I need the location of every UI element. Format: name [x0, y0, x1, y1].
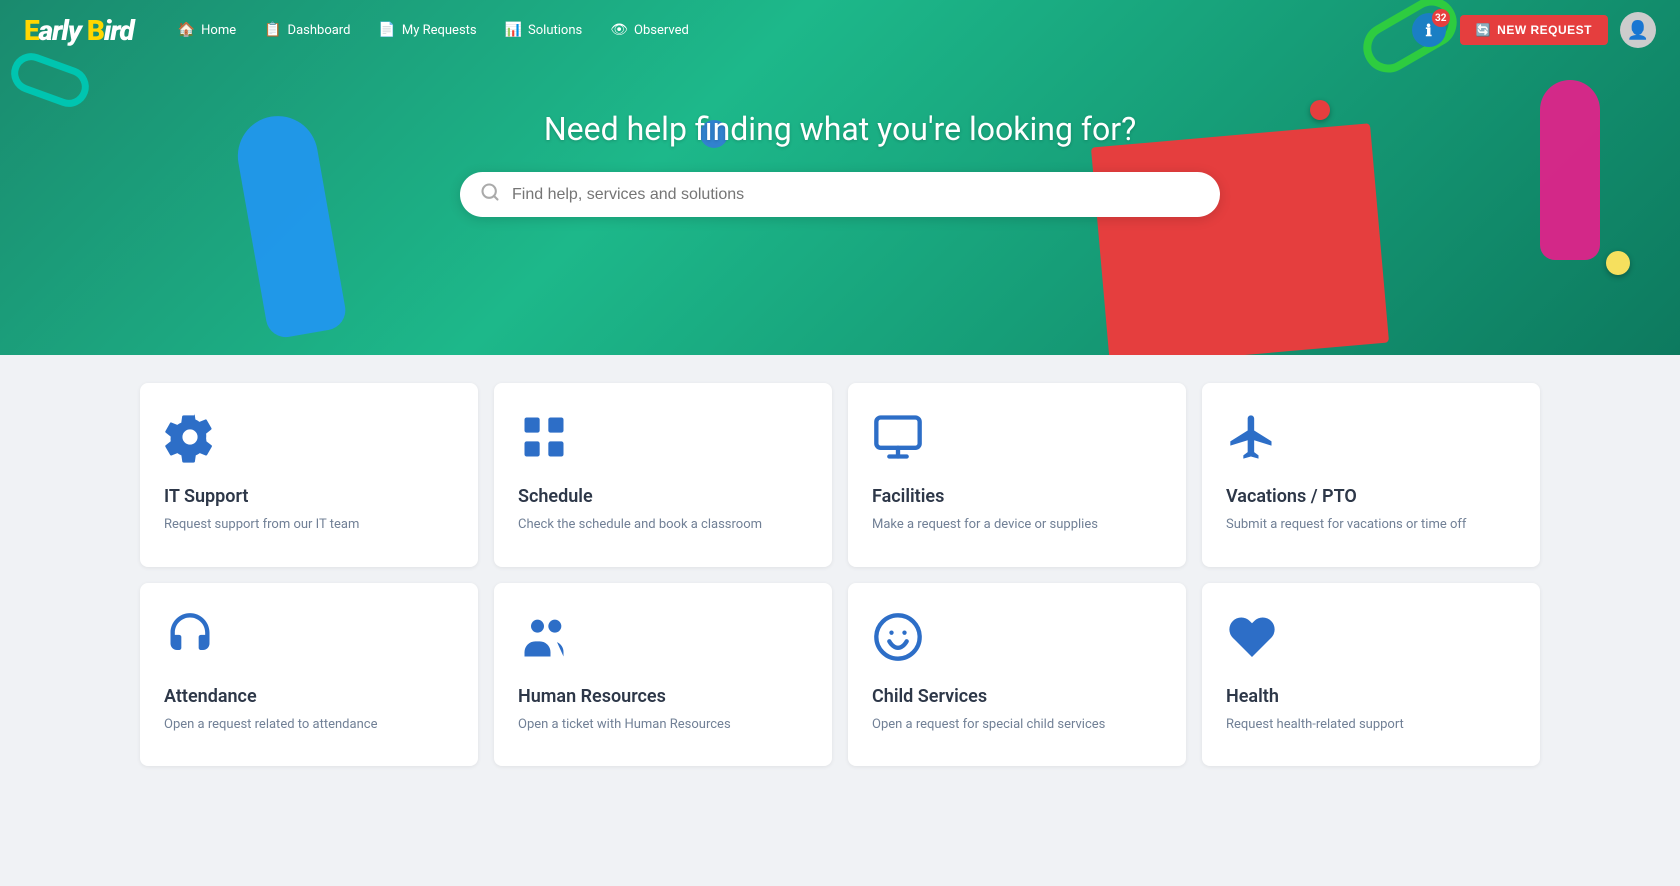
app-logo[interactable]: Early Bird: [24, 14, 134, 47]
card-human-resources-desc: Open a ticket with Human Resources: [518, 715, 808, 735]
heart-icon: [1226, 611, 1516, 670]
nav-observed-label: Observed: [634, 23, 689, 38]
search-input[interactable]: [512, 186, 1200, 204]
nav-right: ℹ 32 🔄 NEW REQUEST 👤: [1410, 11, 1656, 49]
card-child-services-desc: Open a request for special child service…: [872, 715, 1162, 735]
card-human-resources[interactable]: Human Resources Open a ticket with Human…: [494, 583, 832, 767]
plane-icon: [1226, 411, 1516, 470]
monitor-icon: [872, 411, 1162, 470]
card-health-desc: Request health-related support: [1226, 715, 1516, 735]
card-schedule-title: Schedule: [518, 486, 808, 507]
card-attendance-title: Attendance: [164, 686, 454, 707]
notification-button[interactable]: ℹ 32: [1410, 11, 1448, 49]
card-facilities-desc: Make a request for a device or supplies: [872, 515, 1162, 535]
headphones-icon: [164, 611, 454, 670]
nav-home[interactable]: 🏠 Home: [166, 16, 248, 44]
my-requests-icon: 📄: [378, 22, 395, 38]
card-it-support-title: IT Support: [164, 486, 454, 507]
card-vacations-pto[interactable]: Vacations / PTO Submit a request for vac…: [1202, 383, 1540, 567]
nav-dashboard-label: Dashboard: [288, 23, 351, 38]
search-icon: [480, 182, 500, 207]
card-it-support-desc: Request support from our IT team: [164, 515, 454, 535]
new-request-icon: 🔄: [1476, 23, 1491, 37]
new-request-button[interactable]: 🔄 NEW REQUEST: [1460, 15, 1608, 45]
search-bar: [460, 172, 1220, 217]
card-health-title: Health: [1226, 686, 1516, 707]
notification-count: 32: [1432, 9, 1450, 27]
card-human-resources-title: Human Resources: [518, 686, 808, 707]
nav-observed[interactable]: 👁 Observed: [598, 16, 701, 44]
card-it-support[interactable]: IT Support Request support from our IT t…: [140, 383, 478, 567]
new-request-label: NEW REQUEST: [1497, 23, 1592, 37]
nav-home-label: Home: [201, 23, 236, 38]
card-schedule-desc: Check the schedule and book a classroom: [518, 515, 808, 535]
card-facilities-title: Facilities: [872, 486, 1162, 507]
card-attendance-desc: Open a request related to attendance: [164, 715, 454, 735]
pin-yellow-decor: [1606, 251, 1630, 275]
gear-icon: [164, 411, 454, 470]
nav-solutions[interactable]: 📊 Solutions: [493, 16, 595, 44]
solutions-icon: 📊: [505, 22, 522, 38]
nav-solutions-label: Solutions: [528, 23, 582, 38]
observed-icon: 👁: [610, 22, 628, 38]
card-schedule[interactable]: Schedule Check the schedule and book a c…: [494, 383, 832, 567]
card-attendance[interactable]: Attendance Open a request related to att…: [140, 583, 478, 767]
card-vacations-pto-title: Vacations / PTO: [1226, 486, 1516, 507]
nav-links: 🏠 Home 📋 Dashboard 📄 My Requests 📊 Solut…: [166, 16, 1410, 44]
cards-section: IT Support Request support from our IT t…: [0, 355, 1680, 806]
nav-my-requests[interactable]: 📄 My Requests: [366, 16, 488, 44]
hero-title: Need help finding what you're looking fo…: [544, 110, 1136, 148]
smiley-icon: [872, 611, 1162, 670]
card-child-services[interactable]: Child Services Open a request for specia…: [848, 583, 1186, 767]
grid-icon: [518, 411, 808, 470]
card-facilities[interactable]: Facilities Make a request for a device o…: [848, 383, 1186, 567]
dashboard-icon: 📋: [264, 22, 281, 38]
nav-dashboard[interactable]: 📋 Dashboard: [252, 16, 362, 44]
user-avatar[interactable]: 👤: [1620, 12, 1656, 48]
cards-grid: IT Support Request support from our IT t…: [140, 383, 1540, 766]
card-health[interactable]: Health Request health-related support: [1202, 583, 1540, 767]
nav-my-requests-label: My Requests: [402, 23, 477, 38]
card-child-services-title: Child Services: [872, 686, 1162, 707]
people-icon: [518, 611, 808, 670]
home-icon: 🏠: [178, 22, 195, 38]
card-vacations-pto-desc: Submit a request for vacations or time o…: [1226, 515, 1516, 535]
